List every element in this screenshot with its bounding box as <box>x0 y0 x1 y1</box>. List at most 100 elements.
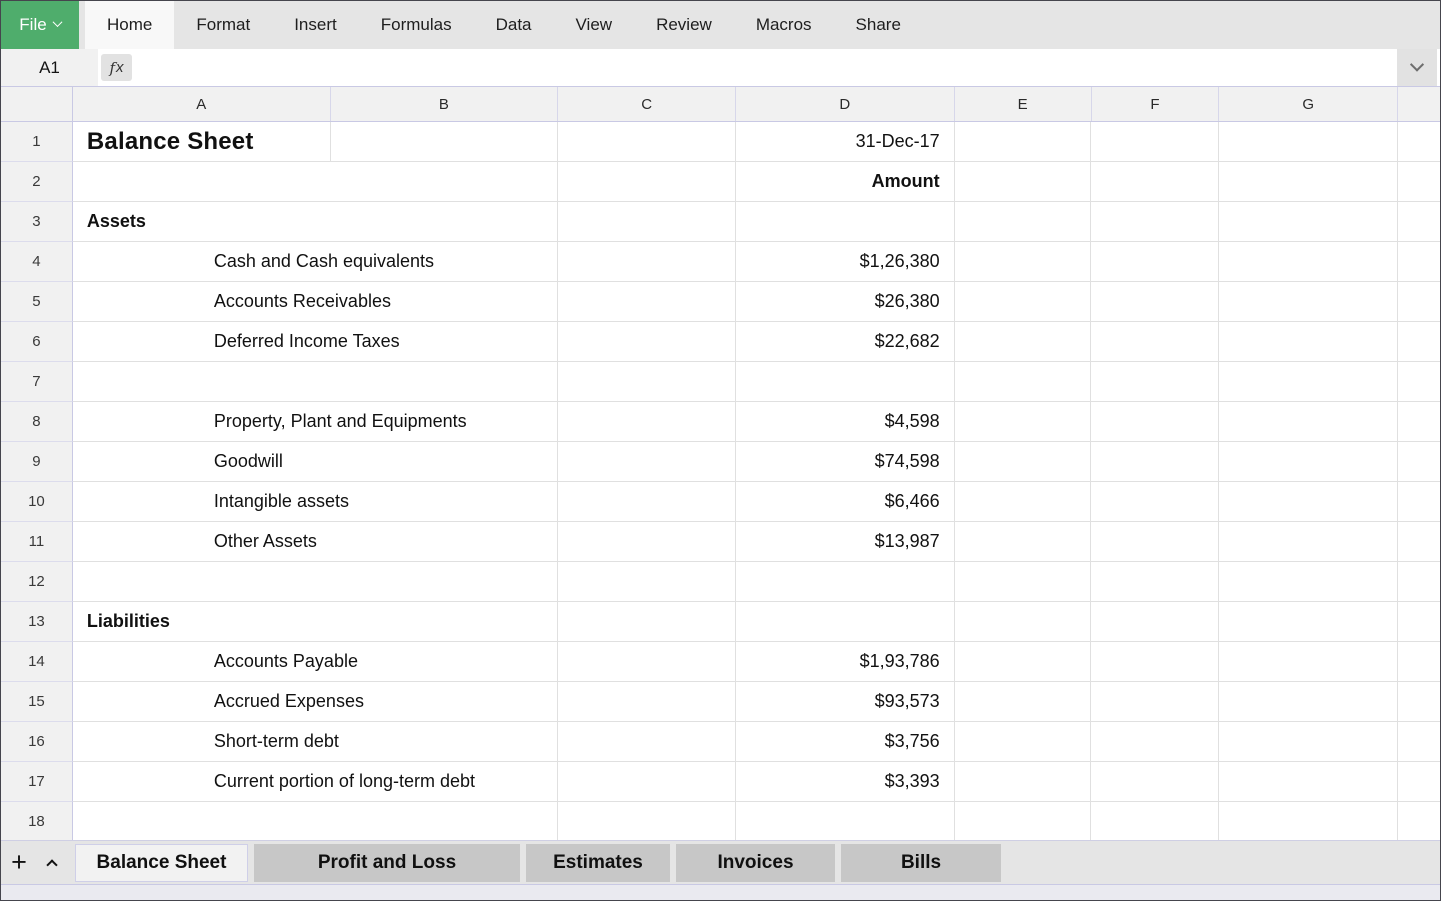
cell-A3[interactable]: Assets <box>73 202 558 242</box>
cell-D11[interactable]: $13,987 <box>736 522 955 562</box>
cell-D3[interactable] <box>736 202 955 242</box>
column-header-E[interactable]: E <box>955 87 1092 121</box>
cell-G11[interactable] <box>1219 522 1398 562</box>
cell-G17[interactable] <box>1219 762 1398 802</box>
cell-F4[interactable] <box>1091 242 1219 282</box>
sheet-tab-profit-and-loss[interactable]: Profit and Loss <box>254 844 520 882</box>
cell-D4[interactable]: $1,26,380 <box>736 242 955 282</box>
row-header-2[interactable]: 2 <box>1 162 73 202</box>
row-header-18[interactable]: 18 <box>1 802 73 840</box>
cell-F13[interactable] <box>1091 602 1219 642</box>
cell-G6[interactable] <box>1219 322 1398 362</box>
cell-H2[interactable] <box>1398 162 1440 202</box>
formula-input[interactable] <box>132 49 1397 86</box>
cell-H4[interactable] <box>1398 242 1440 282</box>
cell-D2[interactable]: Amount <box>736 162 955 202</box>
cell-H12[interactable] <box>1398 562 1440 602</box>
row-header-5[interactable]: 5 <box>1 282 73 322</box>
cell-H7[interactable] <box>1398 362 1440 402</box>
cell-F5[interactable] <box>1091 282 1219 322</box>
row-header-13[interactable]: 13 <box>1 602 73 642</box>
bottom-scroll-strip[interactable] <box>1 884 1440 901</box>
cell-E16[interactable] <box>955 722 1092 762</box>
cell-E5[interactable] <box>955 282 1092 322</box>
cell-D13[interactable] <box>736 602 955 642</box>
file-menu-button[interactable]: File <box>1 1 79 49</box>
cell-E2[interactable] <box>955 162 1092 202</box>
cell-G15[interactable] <box>1219 682 1398 722</box>
row-header-10[interactable]: 10 <box>1 482 73 522</box>
menu-item-macros[interactable]: Macros <box>734 1 834 49</box>
menu-item-review[interactable]: Review <box>634 1 734 49</box>
cell-C16[interactable] <box>558 722 736 762</box>
cell-A5[interactable]: Accounts Receivables <box>73 282 558 322</box>
cell-C1[interactable] <box>558 122 736 162</box>
menu-item-data[interactable]: Data <box>474 1 554 49</box>
cell-A8[interactable]: Property, Plant and Equipments <box>73 402 558 442</box>
cell-F18[interactable] <box>1091 802 1219 840</box>
cell-F2[interactable] <box>1091 162 1219 202</box>
column-header-extra[interactable] <box>1398 87 1440 121</box>
cell-A6[interactable]: Deferred Income Taxes <box>73 322 558 362</box>
cell-G4[interactable] <box>1219 242 1398 282</box>
cell-F11[interactable] <box>1091 522 1219 562</box>
cell-H17[interactable] <box>1398 762 1440 802</box>
row-header-9[interactable]: 9 <box>1 442 73 482</box>
cell-A12[interactable] <box>73 562 558 602</box>
row-header-8[interactable]: 8 <box>1 402 73 442</box>
cell-E9[interactable] <box>955 442 1092 482</box>
cell-D15[interactable]: $93,573 <box>736 682 955 722</box>
cell-E17[interactable] <box>955 762 1092 802</box>
cell-A17[interactable]: Current portion of long-term debt <box>73 762 558 802</box>
column-header-G[interactable]: G <box>1219 87 1398 121</box>
fx-insert-function-button[interactable]: fx <box>101 54 132 81</box>
cell-A15[interactable]: Accrued Expenses <box>73 682 558 722</box>
cell-C5[interactable] <box>558 282 736 322</box>
row-header-1[interactable]: 1 <box>1 122 73 162</box>
cell-F10[interactable] <box>1091 482 1219 522</box>
cell-A16[interactable]: Short-term debt <box>73 722 558 762</box>
cell-C14[interactable] <box>558 642 736 682</box>
sheet-tab-balance-sheet[interactable]: Balance Sheet <box>75 844 248 882</box>
cell-C15[interactable] <box>558 682 736 722</box>
cell-F7[interactable] <box>1091 362 1219 402</box>
cell-A13[interactable]: Liabilities <box>73 602 558 642</box>
row-header-15[interactable]: 15 <box>1 682 73 722</box>
select-all-corner[interactable] <box>1 87 73 121</box>
row-header-7[interactable]: 7 <box>1 362 73 402</box>
cell-F16[interactable] <box>1091 722 1219 762</box>
cell-F14[interactable] <box>1091 642 1219 682</box>
cell-D1[interactable]: 31-Dec-17 <box>736 122 955 162</box>
cell-G14[interactable] <box>1219 642 1398 682</box>
cell-H6[interactable] <box>1398 322 1440 362</box>
cell-A9[interactable]: Goodwill <box>73 442 558 482</box>
cell-D8[interactable]: $4,598 <box>736 402 955 442</box>
cell-C13[interactable] <box>558 602 736 642</box>
cell-D7[interactable] <box>736 362 955 402</box>
menu-item-insert[interactable]: Insert <box>272 1 359 49</box>
menu-item-format[interactable]: Format <box>174 1 272 49</box>
cell-G7[interactable] <box>1219 362 1398 402</box>
cell-D10[interactable]: $6,466 <box>736 482 955 522</box>
menu-item-formulas[interactable]: Formulas <box>359 1 474 49</box>
cell-E10[interactable] <box>955 482 1092 522</box>
column-header-A[interactable]: A <box>73 87 331 121</box>
cell-C9[interactable] <box>558 442 736 482</box>
cell-D5[interactable]: $26,380 <box>736 282 955 322</box>
cell-F1[interactable] <box>1091 122 1219 162</box>
cell-A11[interactable]: Other Assets <box>73 522 558 562</box>
column-header-B[interactable]: B <box>331 87 559 121</box>
cell-D17[interactable]: $3,393 <box>736 762 955 802</box>
cell-A1[interactable]: Balance Sheet <box>73 122 331 162</box>
cell-E1[interactable] <box>955 122 1092 162</box>
cell-F15[interactable] <box>1091 682 1219 722</box>
cell-E7[interactable] <box>955 362 1092 402</box>
column-header-C[interactable]: C <box>558 87 736 121</box>
cell-E14[interactable] <box>955 642 1092 682</box>
cell-C12[interactable] <box>558 562 736 602</box>
cell-E11[interactable] <box>955 522 1092 562</box>
cell-D16[interactable]: $3,756 <box>736 722 955 762</box>
cell-G16[interactable] <box>1219 722 1398 762</box>
row-header-11[interactable]: 11 <box>1 522 73 562</box>
cell-name-box[interactable]: A1 <box>1 49 98 86</box>
